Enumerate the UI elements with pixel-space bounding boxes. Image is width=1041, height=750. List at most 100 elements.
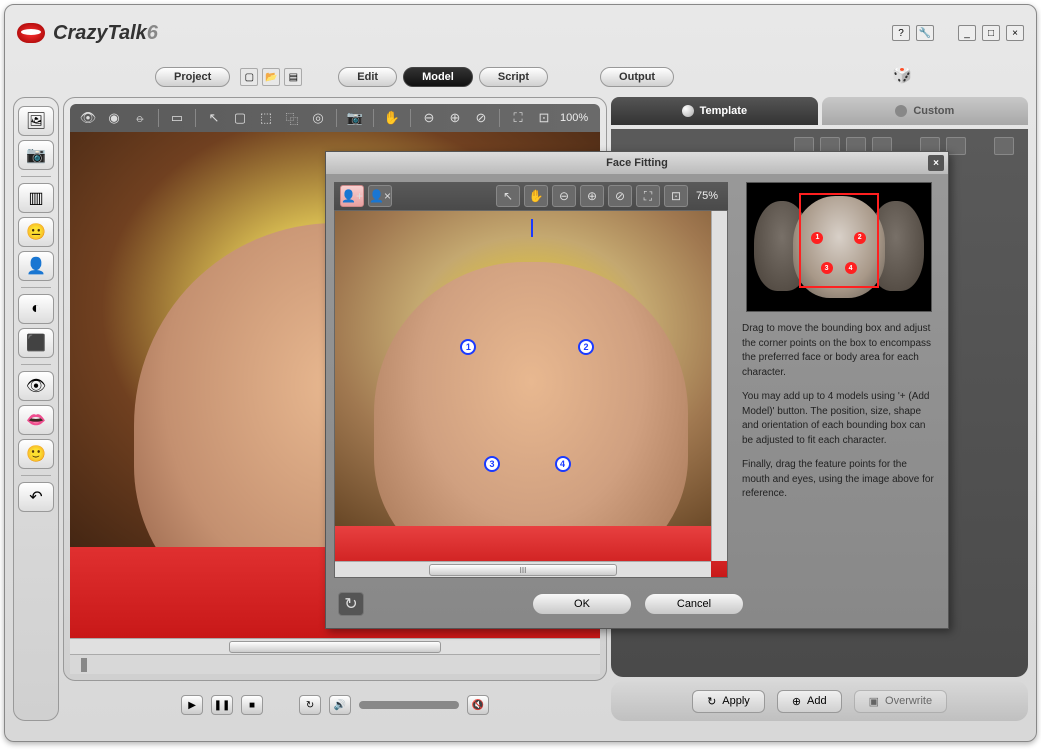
cube-icon[interactable]: 🎲 bbox=[892, 65, 916, 89]
zoom-level: 100% bbox=[560, 112, 592, 124]
marker-4[interactable]: 4 bbox=[555, 456, 571, 472]
help-button[interactable]: ? bbox=[892, 25, 910, 41]
new-icon[interactable]: ▢ bbox=[240, 68, 258, 86]
overwrite-button: ▣ Overwrite bbox=[854, 690, 947, 713]
timeline[interactable] bbox=[70, 654, 600, 674]
rect-icon[interactable]: ▭ bbox=[167, 108, 187, 128]
dialog-toolbar: 👤+ 👤× ↖ ✋ ⊖ ⊕ ⊘ ⛶ ⊡ 75% bbox=[334, 182, 728, 210]
apply-button[interactable]: ↻ Apply bbox=[692, 690, 765, 713]
menu-project[interactable]: Project bbox=[155, 67, 230, 87]
instructions: Drag to move the bounding box and adjust… bbox=[738, 322, 940, 512]
dialog-title: Face Fitting × bbox=[326, 152, 948, 174]
dialog-footer: ↻ OK Cancel bbox=[326, 586, 948, 622]
app-title: CrazyTalk6 bbox=[53, 22, 158, 45]
tool-image[interactable]: 🖼 bbox=[18, 106, 54, 136]
cursor-indicator bbox=[531, 219, 533, 237]
zoom-out-icon[interactable]: ⊖ bbox=[419, 108, 439, 128]
eye-closed-icon[interactable]: ⦵ bbox=[130, 108, 150, 128]
tab-custom[interactable]: Custom bbox=[822, 97, 1028, 125]
play-button[interactable]: ▶ bbox=[181, 695, 203, 715]
select-icon[interactable]: ▢ bbox=[230, 108, 250, 128]
viewport-scrollbar-h[interactable] bbox=[70, 638, 600, 654]
dlg-zoom-out-icon[interactable]: ⊖ bbox=[552, 185, 576, 207]
speaker-icon[interactable]: 🔊 bbox=[329, 695, 351, 715]
tool-sidebar: 🖼 📷 ▥ 😐 👤 ◐ ⬛ 👁 👄 🙂 ↶ bbox=[13, 97, 59, 721]
led-off-icon bbox=[895, 105, 907, 117]
tool-mask[interactable]: ◐ bbox=[18, 294, 54, 324]
pause-button[interactable]: ❚❚ bbox=[211, 695, 233, 715]
copy-icon[interactable]: ⿻ bbox=[282, 108, 302, 128]
zoom-in-icon[interactable]: ⊕ bbox=[445, 108, 465, 128]
add-button[interactable]: ⊕ Add bbox=[777, 690, 842, 713]
dlg-hand-icon[interactable]: ✋ bbox=[524, 185, 548, 207]
ref-marker-3: 3 bbox=[821, 262, 833, 274]
dialog-scrollbar-h[interactable]: III bbox=[335, 561, 711, 577]
tool-face[interactable]: 😐 bbox=[18, 217, 54, 247]
actual-icon[interactable]: ⊡ bbox=[534, 108, 554, 128]
dialog-scrollbar-v[interactable] bbox=[711, 211, 727, 561]
tool-camera[interactable]: 📷 bbox=[18, 140, 54, 170]
ok-button[interactable]: OK bbox=[532, 593, 632, 615]
tab-template[interactable]: Template bbox=[611, 97, 817, 125]
stop-button[interactable]: ■ bbox=[241, 695, 263, 715]
refresh-button[interactable]: ↻ bbox=[338, 592, 364, 616]
overwrite-icon: ▣ bbox=[869, 695, 879, 708]
panel-grid-icon[interactable] bbox=[946, 137, 966, 155]
close-button[interactable]: × bbox=[1006, 25, 1024, 41]
add-model-button[interactable]: 👤+ bbox=[340, 185, 364, 207]
face-fitting-dialog: Face Fitting × 👤+ 👤× ↖ ✋ ⊖ ⊕ ⊘ ⛶ ⊡ 75% bbox=[325, 151, 949, 629]
add-icon: ⊕ bbox=[792, 695, 801, 708]
eye2-icon[interactable]: ◎ bbox=[308, 108, 328, 128]
tool-profile[interactable]: 👤 bbox=[18, 251, 54, 281]
mute-button[interactable]: 🔇 bbox=[467, 695, 489, 715]
pointer-icon[interactable]: ↖ bbox=[204, 108, 224, 128]
dlg-zoom-in-icon[interactable]: ⊕ bbox=[580, 185, 604, 207]
tool-crop[interactable]: ▥ bbox=[18, 183, 54, 213]
tool-undo[interactable]: ↶ bbox=[18, 482, 54, 512]
fit-icon[interactable]: ⛶ bbox=[508, 108, 528, 128]
app-logo-icon bbox=[17, 23, 45, 43]
bottom-actions: ↻ Apply ⊕ Add ▣ Overwrite bbox=[611, 681, 1028, 721]
ref-marker-2: 2 bbox=[854, 232, 866, 244]
menu-model[interactable]: Model bbox=[403, 67, 473, 87]
volume-slider[interactable] bbox=[359, 701, 459, 709]
led-on-icon bbox=[682, 105, 694, 117]
app-window: CrazyTalk6 ? 🔧 _ □ × Project ▢ 📂 ▤ Edit … bbox=[4, 4, 1037, 742]
menu-output[interactable]: Output bbox=[600, 67, 674, 87]
maximize-button[interactable]: □ bbox=[982, 25, 1000, 41]
menu-script[interactable]: Script bbox=[479, 67, 548, 87]
open-icon[interactable]: 📂 bbox=[262, 68, 280, 86]
menu-edit[interactable]: Edit bbox=[338, 67, 397, 87]
dlg-actual-icon[interactable]: ⊡ bbox=[664, 185, 688, 207]
panel-list-icon[interactable] bbox=[994, 137, 1014, 155]
dlg-zoom-reset-icon[interactable]: ⊘ bbox=[608, 185, 632, 207]
dlg-fit-icon[interactable]: ⛶ bbox=[636, 185, 660, 207]
viewport-toolbar: 👁 ◉ ⦵ ▭ ↖ ▢ ⬚ ⿻ ◎ 📷 ✋ ⊖ bbox=[70, 104, 600, 132]
menubar: Project ▢ 📂 ▤ Edit Model Script Output 🎲 bbox=[5, 61, 1036, 93]
apply-icon: ↻ bbox=[707, 695, 716, 708]
tool-eye[interactable]: 👁 bbox=[18, 371, 54, 401]
loop-button[interactable]: ↻ bbox=[299, 695, 321, 715]
eye-open-icon[interactable]: 👁 bbox=[78, 108, 98, 128]
cancel-button[interactable]: Cancel bbox=[644, 593, 744, 615]
marker-2[interactable]: 2 bbox=[578, 339, 594, 355]
remove-model-button[interactable]: 👤× bbox=[368, 185, 392, 207]
tool-silhouette[interactable]: ⬛ bbox=[18, 328, 54, 358]
tool-mouth[interactable]: 👄 bbox=[18, 405, 54, 435]
save-icon[interactable]: ▤ bbox=[284, 68, 302, 86]
settings-button[interactable]: 🔧 bbox=[916, 25, 934, 41]
marquee-icon[interactable]: ⬚ bbox=[256, 108, 276, 128]
dlg-pointer-icon[interactable]: ↖ bbox=[496, 185, 520, 207]
ref-marker-4: 4 bbox=[845, 262, 857, 274]
playback-bar: ▶ ❚❚ ■ ↻ 🔊 🔇 bbox=[63, 689, 607, 721]
eye-half-icon[interactable]: ◉ bbox=[104, 108, 124, 128]
minimize-button[interactable]: _ bbox=[958, 25, 976, 41]
hand-icon[interactable]: ✋ bbox=[382, 108, 402, 128]
zoom-reset-icon[interactable]: ⊘ bbox=[471, 108, 491, 128]
dialog-viewport[interactable]: 1 2 3 4 III bbox=[334, 210, 728, 578]
camera-icon[interactable]: 📷 bbox=[345, 108, 365, 128]
dialog-zoom-level: 75% bbox=[696, 190, 722, 202]
ref-marker-1: 1 bbox=[811, 232, 823, 244]
dialog-close-button[interactable]: × bbox=[928, 155, 944, 171]
tool-head[interactable]: 🙂 bbox=[18, 439, 54, 469]
